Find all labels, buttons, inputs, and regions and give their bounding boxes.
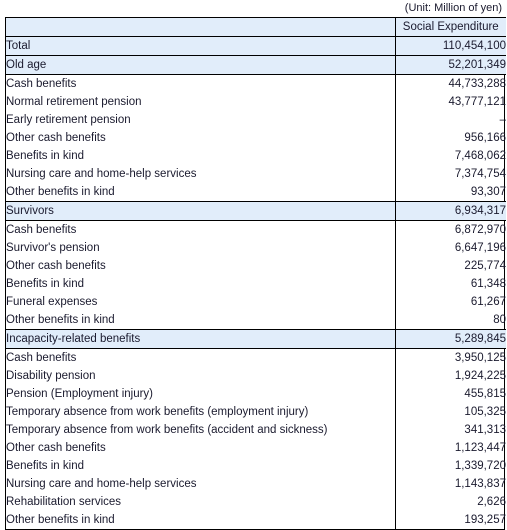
table-row: Cash benefits 44,733,288 [6, 74, 506, 93]
row-value: 956,166 [464, 132, 506, 144]
row-label: Other cash benefits [6, 439, 396, 457]
row-value: 6,872,970 [454, 224, 506, 236]
row-value: 193,257 [464, 514, 506, 526]
statistics-table-page: (Unit: Million of yen) Social Expenditur… [0, 0, 507, 530]
table-body: Total 110,454,100 Old age 52,201,349 Cash be… [6, 36, 506, 529]
table-row: Temporary absence from work benefits (ac… [6, 421, 506, 439]
row-value: 6,647,196 [454, 242, 506, 254]
row-value: 1,123,447 [454, 442, 506, 454]
table-row: Other benefits in kind 93,307 [6, 183, 506, 202]
unit-note: (Unit: Million of yen) [404, 2, 502, 14]
table-row: Benefits in kind 1,339,720 [6, 457, 506, 475]
row-value: 455,815 [464, 388, 506, 400]
row-value: 52,201,349 [395, 55, 506, 75]
row-label: Nursing care and home-help services [6, 165, 396, 183]
table-row: Total 110,454,100 [6, 36, 506, 56]
row-value: 341,313 [464, 424, 506, 436]
table-head: Social Expenditure [6, 17, 506, 37]
row-value: 61,267 [470, 296, 506, 308]
table-row: Cash benefits 3,950,125 [6, 348, 506, 367]
row-value: 6,934,317 [395, 201, 506, 221]
table-row: Cash benefits 6,872,970 [6, 220, 506, 239]
row-label: Temporary absence from work benefits (em… [6, 403, 396, 421]
table-row: Nursing care and home-help services 7,374… [6, 165, 506, 183]
row-value: 3,950,125 [454, 352, 506, 364]
table-row: Normal retirement pension 43,777,121 [6, 93, 506, 111]
row-label: Benefits in kind [6, 147, 396, 165]
table-row: Other cash benefits 225,774 [6, 257, 506, 275]
row-value: 1,339,720 [454, 460, 506, 472]
row-value: 7,468,062 [454, 150, 506, 162]
table-row: Survivors 6,934,317 [6, 201, 506, 221]
table-row: Benefits in kind 7,468,062 [6, 147, 506, 165]
row-label: Nursing care and home-help services [6, 475, 396, 493]
row-label: Old age [6, 55, 396, 75]
row-label: Cash benefits [6, 74, 396, 93]
row-label: Normal retirement pension [6, 93, 396, 111]
row-label: Funeral expenses [6, 293, 396, 311]
row-value: 2,626 [477, 496, 506, 508]
row-label: Cash benefits [6, 220, 396, 239]
row-value: 1,924,225 [454, 370, 506, 382]
row-value: 105,325 [464, 406, 506, 418]
row-label: Early retirement pension [6, 111, 396, 129]
table-row: Other benefits in kind 80 [6, 311, 506, 330]
row-label: Other benefits in kind [6, 511, 396, 529]
row-label: Survivors [6, 201, 396, 221]
table-row: Nursing care and home-help services 1,143… [6, 475, 506, 493]
table-row: Disability pension 1,924,225 [6, 367, 506, 385]
row-label: Incapacity-related benefits [6, 329, 396, 349]
table-row: Other cash benefits 1,123,447 [6, 439, 506, 457]
row-label: Benefits in kind [6, 457, 396, 475]
row-value: 80 [493, 314, 506, 326]
row-label: Benefits in kind [6, 275, 396, 293]
row-value: 5,289,845 [395, 329, 506, 349]
table-row: Funeral expenses 61,267 [6, 293, 506, 311]
row-value: 93,307 [470, 186, 506, 198]
row-label: Other benefits in kind [6, 183, 396, 202]
table-row: Incapacity-related benefits 5,289,845 [6, 329, 506, 349]
row-label: Disability pension [6, 367, 396, 385]
column-header-label [6, 17, 396, 37]
table-row: Early retirement pension – [6, 111, 506, 129]
row-label: Temporary absence from work benefits (ac… [6, 421, 396, 439]
column-header-social-expenditure: Social Expenditure [395, 17, 506, 37]
row-value: 1,143,837 [454, 478, 506, 490]
row-label: Other benefits in kind [6, 311, 396, 330]
table-row: Temporary absence from work benefits (em… [6, 403, 506, 421]
table-row: Rehabilitation services 2,626 [6, 493, 506, 511]
row-value: 61,348 [470, 278, 506, 290]
row-label: Total [6, 36, 396, 56]
table-row: Other cash benefits 956,166 [6, 129, 506, 147]
table-row: Old age 52,201,349 [6, 55, 506, 75]
social-expenditure-table: Social Expenditure Total 110,454,100 Old a… [6, 17, 506, 529]
row-label: Other cash benefits [6, 257, 396, 275]
table-row: Survivor's pension 6,647,196 [6, 239, 506, 257]
table-row: Pension (Employment injury) 455,815 [6, 385, 506, 403]
row-value: 44,733,288 [448, 78, 506, 90]
row-value: 7,374,754 [454, 168, 506, 180]
row-label: Cash benefits [6, 348, 396, 367]
row-value: 225,774 [464, 260, 506, 272]
row-value: – [499, 114, 506, 126]
table-row: Other benefits in kind 193,257 [6, 511, 506, 529]
row-label: Survivor's pension [6, 239, 396, 257]
row-value: 43,777,121 [448, 96, 506, 108]
row-label: Pension (Employment injury) [6, 385, 396, 403]
row-label: Rehabilitation services [6, 493, 396, 511]
table-row: Benefits in kind 61,348 [6, 275, 506, 293]
row-value: 110,454,100 [395, 36, 506, 56]
table-container: Social Expenditure Total 110,454,100 Old a… [5, 17, 506, 530]
row-label: Other cash benefits [6, 129, 396, 147]
table-header-row: Social Expenditure [6, 17, 506, 37]
